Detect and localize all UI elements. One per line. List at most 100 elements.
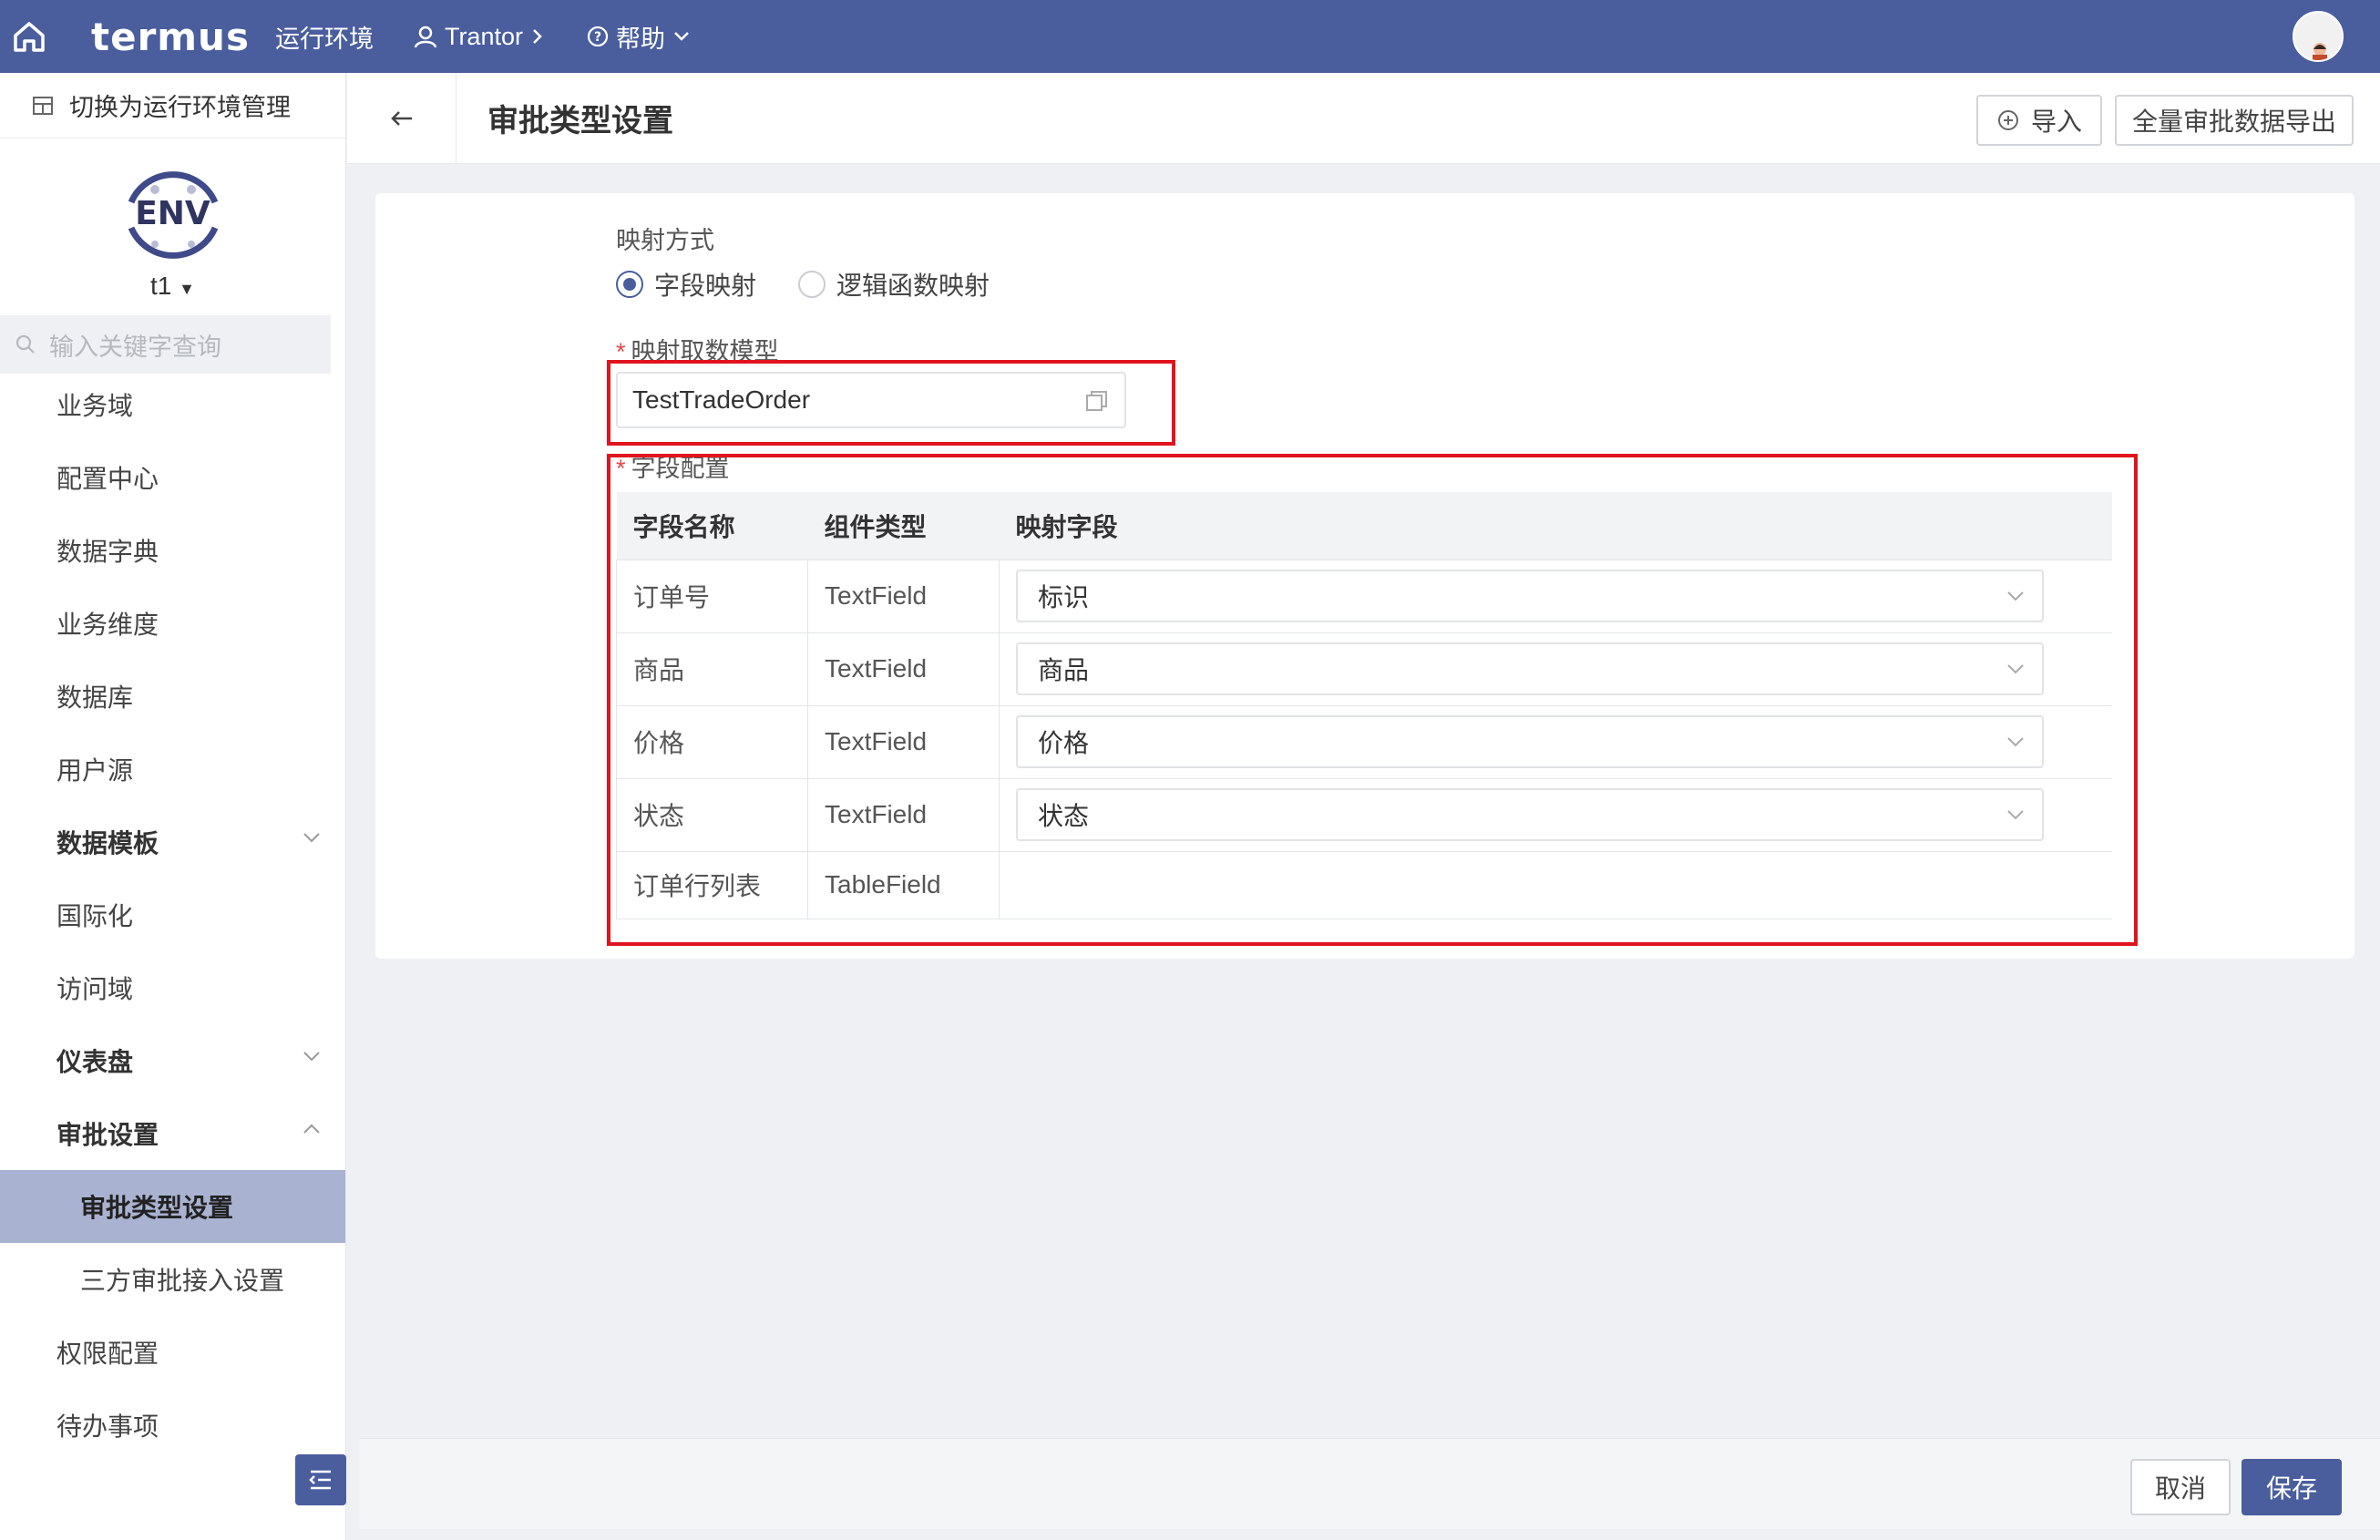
mapping-mode-radio-group: 字段映射 逻辑函数映射 <box>616 266 990 303</box>
table-row: 订单号 TextField 标识 <box>616 560 2112 633</box>
sidebar-item-data-template[interactable]: 数据模板 <box>0 806 345 878</box>
switch-env-button[interactable]: 切换为运行环境管理 <box>0 73 345 139</box>
component-type-cell: TextField <box>807 778 1000 852</box>
field-name-cell: 商品 <box>616 632 808 706</box>
sidebar-item-dashboard[interactable]: 仪表盘 <box>0 1024 345 1097</box>
save-button[interactable]: 保存 <box>2242 1459 2342 1515</box>
sidebar-item-label: 数据字典 <box>56 538 159 566</box>
chevron-down-icon <box>2007 810 2024 820</box>
component-type-cell: TextField <box>807 705 1000 779</box>
chevron-down-icon <box>2007 591 2024 601</box>
export-all-button[interactable]: 全量审批数据导出 <box>2115 95 2354 146</box>
mapped-field-select[interactable]: 状态 <box>1016 788 2044 841</box>
sidebar-item-business-dimension[interactable]: 业务维度 <box>0 587 345 660</box>
table-row: 价格 TextField 价格 <box>616 705 2112 779</box>
sidebar-item-access-domain[interactable]: 访问域 <box>0 951 345 1024</box>
sidebar-item-third-party-approval[interactable]: 三方审批接入设置 <box>0 1243 345 1316</box>
project-name: Trantor <box>444 22 523 50</box>
sidebar-item-config-center[interactable]: 配置中心 <box>0 441 345 514</box>
sidebar-item-label: 业务维度 <box>56 611 159 639</box>
env-selector[interactable]: t1 ▼ <box>0 272 345 301</box>
sidebar-item-label: 配置中心 <box>56 465 159 493</box>
env-label: 运行环境 <box>275 19 374 55</box>
export-label: 全量审批数据导出 <box>2131 108 2336 136</box>
sidebar-item-label: 国际化 <box>56 902 134 930</box>
field-name-cell: 订单行列表 <box>616 851 808 919</box>
sidebar-item-i18n[interactable]: 国际化 <box>0 878 345 951</box>
sidebar-item-label: 待办事项 <box>56 1412 159 1441</box>
radio-logic-mapping[interactable]: 逻辑函数映射 <box>798 266 990 303</box>
page-header: 审批类型设置 导入 全量审批数据导出 <box>347 72 2380 164</box>
chevron-down-icon <box>303 1052 320 1062</box>
sidebar-item-business-domain[interactable]: 业务域 <box>0 368 345 441</box>
model-field[interactable]: TestTradeOrder <box>616 372 1126 428</box>
top-bar: termus 运行环境 Trantor ? 帮助 <box>0 0 2380 73</box>
help-menu[interactable]: ? 帮助 <box>587 19 691 55</box>
chevron-right-icon <box>533 29 542 44</box>
storefront-icon <box>33 96 53 115</box>
collapse-sidebar-button[interactable] <box>295 1454 346 1505</box>
sidebar-item-user-source[interactable]: 用户源 <box>0 733 345 806</box>
mapping-mode-label: 映射方式 <box>616 227 714 254</box>
select-value: 商品 <box>1038 656 1090 684</box>
home-icon <box>14 22 45 52</box>
column-header: 映射字段 <box>999 492 2112 560</box>
import-button[interactable]: 导入 <box>1976 95 2102 146</box>
chevron-down-icon <box>674 32 689 41</box>
table-row: 订单行列表 TableField <box>616 851 2112 919</box>
sidebar-item-data-dictionary[interactable]: 数据字典 <box>0 514 345 587</box>
help-label: 帮助 <box>615 25 665 53</box>
mapped-field-cell <box>999 851 2112 919</box>
home-button[interactable] <box>0 0 58 73</box>
search-input[interactable]: 输入关键字查询 <box>0 315 331 374</box>
app-logo[interactable]: termus <box>91 15 250 59</box>
radio-checked-icon <box>616 271 643 298</box>
collapse-menu-icon <box>309 1470 331 1490</box>
radio-label: 字段映射 <box>654 272 757 300</box>
project-switcher[interactable]: Trantor <box>414 23 545 51</box>
plus-circle-icon <box>1997 110 2018 130</box>
sidebar-item-label: 权限配置 <box>56 1340 159 1368</box>
field-name-cell: 价格 <box>616 705 808 779</box>
radio-label: 逻辑函数映射 <box>836 272 990 300</box>
back-button[interactable] <box>347 72 457 164</box>
sidebar: 切换为运行环境管理 ENV t1 ▼ 输入关键字查询 业务域 配置中心 数据字典… <box>0 73 346 1540</box>
chevron-down-icon <box>2007 737 2024 747</box>
sidebar-item-label: 用户源 <box>56 756 134 785</box>
avatar[interactable] <box>2293 11 2344 62</box>
radio-field-mapping[interactable]: 字段映射 <box>616 266 756 303</box>
question-icon: ? <box>587 26 609 47</box>
env-name: t1 <box>150 272 172 300</box>
copy-icon[interactable] <box>1084 389 1110 415</box>
column-header: 字段名称 <box>616 492 808 560</box>
sidebar-item-todo[interactable]: 待办事项 <box>0 1389 345 1462</box>
chevron-down-icon <box>303 833 320 843</box>
sidebar-item-permissions[interactable]: 权限配置 <box>0 1316 345 1389</box>
import-label: 导入 <box>2030 108 2082 136</box>
sidebar-item-label: 仪表盘 <box>56 1048 134 1076</box>
component-type-cell: TableField <box>807 851 1000 919</box>
component-type-cell: TextField <box>807 632 1000 706</box>
sidebar-item-label: 访问域 <box>56 975 134 1003</box>
user-icon <box>414 26 437 48</box>
page-title: 审批类型设置 <box>487 104 673 139</box>
select-value: 标识 <box>1038 583 1090 611</box>
table-header-row: 字段名称 组件类型 映射字段 <box>616 492 2112 560</box>
mapped-field-select[interactable]: 价格 <box>1016 715 2044 768</box>
mapped-field-select[interactable]: 标识 <box>1016 570 2044 622</box>
switch-env-label: 切换为运行环境管理 <box>69 94 291 121</box>
sidebar-item-approval-settings[interactable]: 审批设置 <box>0 1097 345 1170</box>
svg-text:?: ? <box>594 30 601 45</box>
sidebar-item-database[interactable]: 数据库 <box>0 660 345 733</box>
sidebar-item-label: 数据模板 <box>56 829 159 857</box>
field-name-cell: 状态 <box>616 778 808 852</box>
model-value: TestTradeOrder <box>632 385 811 414</box>
cancel-button[interactable]: 取消 <box>2130 1459 2231 1515</box>
mapped-field-select[interactable]: 商品 <box>1016 642 2044 695</box>
table-row: 状态 TextField 状态 <box>616 778 2112 852</box>
chevron-up-icon <box>303 1124 320 1134</box>
form-card: 映射方式 字段映射 逻辑函数映射 * 映射取数模型 TestTradeOrder … <box>375 193 2354 959</box>
mapped-field-cell: 价格 <box>999 705 2112 779</box>
sidebar-item-approval-type-settings[interactable]: 审批类型设置 <box>0 1170 345 1243</box>
chevron-down-icon <box>2007 664 2024 674</box>
